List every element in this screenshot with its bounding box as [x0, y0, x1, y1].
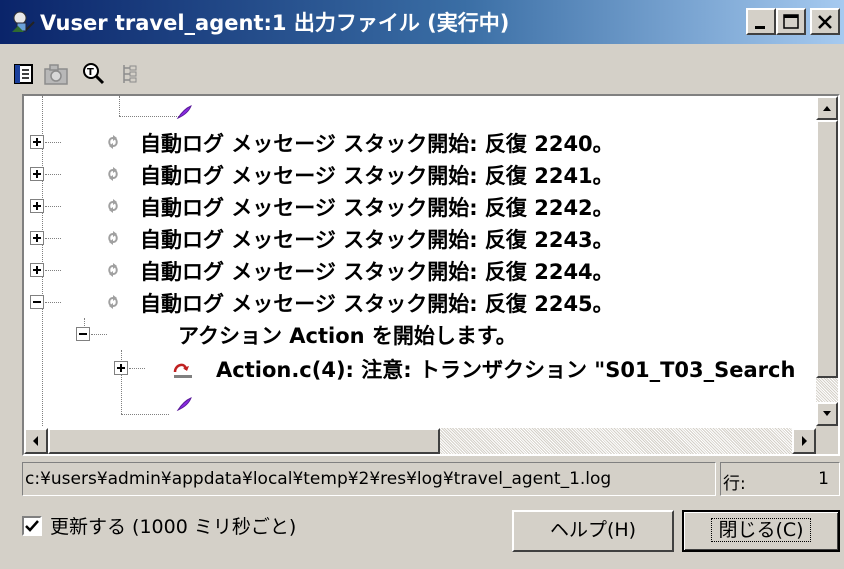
title-bar[interactable]: Vuser travel_agent:1 出力ファイル (実行中)	[0, 0, 844, 44]
tree-connector	[45, 206, 61, 207]
scroll-up-button[interactable]	[816, 96, 838, 120]
line-value: 1	[818, 469, 829, 489]
repeat-icon	[108, 135, 118, 149]
status-bar: c:¥users¥admin¥appdata¥local¥temp¥2¥res¥…	[22, 462, 840, 496]
tree-connector	[129, 368, 145, 369]
repeat-icon	[108, 167, 118, 181]
log-row-iteration[interactable]: 自動ログ メッセージ スタック開始: 反復 2245。	[24, 286, 816, 318]
toolbar: T	[0, 50, 844, 90]
log-row-iteration[interactable]: 自動ログ メッセージ スタック開始: 反復 2244。	[24, 254, 816, 286]
minimize-button[interactable]	[746, 8, 776, 35]
log-row-iteration[interactable]: 自動ログ メッセージ スタック開始: 反復 2240。	[24, 126, 816, 158]
refresh-label[interactable]: 更新する (1000 ミリ秒ごと)	[50, 512, 296, 539]
tree-connector	[45, 270, 61, 271]
tree-connector	[121, 414, 169, 415]
horizontal-scrollbar[interactable]	[24, 428, 816, 454]
log-row-text: 自動ログ メッセージ スタック開始: 反復 2244。	[140, 260, 614, 284]
expand-icon[interactable]	[30, 263, 44, 277]
minimize-icon	[755, 26, 765, 29]
log-row-warning[interactable]: Action.c(4): 注意: トランザクション "S01_T03_Searc…	[24, 352, 816, 384]
scrollbar-corner	[816, 426, 838, 454]
arrow-down-icon	[823, 411, 831, 416]
feather-icon	[176, 397, 192, 412]
find-text-icon[interactable]: T	[80, 60, 108, 88]
tree-connector	[45, 238, 61, 239]
close-icon	[818, 15, 832, 29]
log-row-iteration[interactable]: 自動ログ メッセージ スタック開始: 反復 2242。	[24, 190, 816, 222]
window-title: Vuser travel_agent:1 出力ファイル (実行中)	[40, 11, 510, 35]
repeat-icon	[108, 199, 118, 213]
repeat-icon	[108, 295, 118, 309]
scroll-right-button[interactable]	[792, 428, 816, 454]
tree-connector	[119, 116, 179, 117]
feather-icon	[176, 105, 192, 120]
vertical-scroll-thumb[interactable]	[816, 120, 838, 378]
arrow-left-icon	[33, 436, 38, 446]
vuser-output-window: Vuser travel_agent:1 出力ファイル (実行中) T 自動ログ…	[0, 0, 844, 569]
log-row-iteration[interactable]: 自動ログ メッセージ スタック開始: 反復 2243。	[24, 222, 816, 254]
help-button-label: ヘルプ(H)	[549, 519, 637, 541]
log-tree-content: 自動ログ メッセージ スタック開始: 反復 2240。 自動ログ メッセージ ス…	[24, 96, 816, 426]
horizontal-scroll-thumb[interactable]	[48, 428, 440, 454]
log-row-text: 自動ログ メッセージ スタック開始: 反復 2240。	[140, 132, 614, 156]
help-button[interactable]: ヘルプ(H)	[512, 510, 674, 552]
camera-icon[interactable]	[42, 60, 70, 88]
log-row-text: 自動ログ メッセージ スタック開始: 反復 2243。	[140, 228, 614, 252]
close-window-button[interactable]	[810, 8, 840, 35]
collapse-icon[interactable]	[76, 327, 90, 341]
log-file-path: c:¥users¥admin¥appdata¥local¥temp¥2¥res¥…	[22, 462, 716, 496]
close-button[interactable]: 閉じる(C)	[682, 510, 840, 552]
log-row-iteration[interactable]: 自動ログ メッセージ スタック開始: 反復 2241。	[24, 158, 816, 190]
repeat-icon	[108, 263, 118, 277]
maximize-button[interactable]	[776, 8, 806, 35]
expand-icon[interactable]	[114, 361, 128, 375]
expand-icon[interactable]	[30, 167, 44, 181]
log-row-text: アクション Action を開始します。	[178, 324, 517, 348]
log-tree-view[interactable]: 自動ログ メッセージ スタック開始: 反復 2240。 自動ログ メッセージ ス…	[22, 94, 840, 456]
tree-connector	[45, 302, 61, 303]
refresh-checkbox[interactable]	[22, 516, 42, 536]
close-button-label: 閉じる(C)	[711, 518, 811, 542]
log-row-text: 自動ログ メッセージ スタック開始: 反復 2241。	[140, 164, 614, 188]
tree-connector	[91, 334, 107, 335]
tree-connector	[45, 142, 61, 143]
line-indicator: 行: 1	[720, 462, 840, 496]
maximize-icon	[783, 14, 799, 29]
vuser-app-icon	[12, 11, 35, 32]
line-label: 行:	[723, 474, 746, 494]
tree-connector	[45, 174, 61, 175]
warning-icon	[173, 363, 192, 378]
svg-text:T: T	[87, 67, 94, 78]
scroll-left-button[interactable]	[24, 428, 48, 454]
tree-view-icon[interactable]	[116, 60, 144, 88]
log-view-icon[interactable]	[10, 60, 38, 88]
collapse-icon[interactable]	[30, 295, 44, 309]
scroll-down-button[interactable]	[816, 402, 838, 426]
tree-connector	[119, 96, 120, 116]
expand-icon[interactable]	[30, 135, 44, 149]
repeat-icon	[108, 231, 118, 245]
vertical-scrollbar[interactable]	[816, 96, 838, 426]
arrow-up-icon	[823, 106, 831, 111]
log-row-text: Action.c(4): 注意: トランザクション "S01_T03_Searc…	[216, 358, 796, 382]
log-row-text: 自動ログ メッセージ スタック開始: 反復 2245。	[140, 292, 614, 316]
checkmark-icon	[25, 520, 39, 532]
expand-icon[interactable]	[30, 199, 44, 213]
log-row-text: 自動ログ メッセージ スタック開始: 反復 2242。	[140, 196, 614, 220]
log-row-action[interactable]: アクション Action を開始します。	[24, 318, 816, 350]
arrow-right-icon	[802, 436, 807, 446]
expand-icon[interactable]	[30, 231, 44, 245]
